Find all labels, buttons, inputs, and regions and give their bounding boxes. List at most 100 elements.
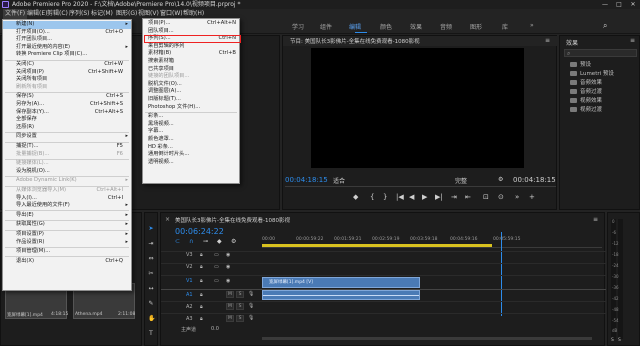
new-submenu-item[interactable]: 颜色遮罩... bbox=[143, 136, 239, 144]
menu-clip[interactable]: 剪辑(C) bbox=[47, 9, 68, 19]
new-submenu-item[interactable]: 素材箱(B) Ctrl+B bbox=[143, 50, 239, 58]
effects-item-video-effects[interactable]: 视频效果 bbox=[570, 97, 602, 106]
video-clip[interactable]: 宽屏绿幕[1].mp4 [V] bbox=[262, 277, 420, 288]
menu-sequence[interactable]: 序列(S) bbox=[69, 9, 90, 19]
workspace-tab-graphics[interactable]: 图形 bbox=[470, 22, 482, 31]
track-target-v3[interactable]: V3 bbox=[186, 252, 193, 258]
effects-item-audio-transitions[interactable]: 音频过渡 bbox=[570, 88, 602, 97]
file-menu-item[interactable]: 全部保存 bbox=[3, 116, 131, 124]
file-menu-item[interactable]: 退出(X) Ctrl+Q bbox=[3, 258, 131, 266]
fit-dropdown[interactable]: 适合 bbox=[333, 176, 345, 185]
file-menu-item[interactable]: 从媒体浏览器导入(M) Ctrl+Alt+I bbox=[3, 187, 131, 195]
file-menu-item[interactable]: 刷新所有项目 bbox=[3, 84, 131, 92]
program-scrubber[interactable] bbox=[285, 186, 556, 187]
file-menu-item[interactable]: 同步设置 ▸ bbox=[3, 133, 131, 141]
wrench-icon[interactable]: ⚙ bbox=[231, 238, 236, 245]
workspace-more-chevron-icon[interactable]: » bbox=[530, 22, 534, 29]
track-target-a1[interactable]: A1 bbox=[186, 292, 193, 298]
button-editor-icon[interactable]: + bbox=[529, 193, 535, 201]
add-marker-icon[interactable]: ◆ bbox=[353, 193, 358, 201]
workspace-tab-editing[interactable]: 编辑 bbox=[349, 22, 361, 31]
solo-left-button[interactable]: S bbox=[611, 338, 614, 343]
new-submenu-item[interactable]: 透明视频... bbox=[143, 159, 239, 167]
mute-toggle[interactable]: M bbox=[226, 303, 234, 310]
menu-marker[interactable]: 标记(M) bbox=[91, 9, 113, 19]
lock-icon[interactable]: 🔒︎ bbox=[200, 264, 203, 270]
file-menu-item[interactable]: 另存为(A)... Ctrl+Shift+S bbox=[3, 101, 131, 109]
file-menu-item[interactable]: 捕捉(T)... F5 bbox=[3, 143, 131, 151]
file-menu-item[interactable]: 新建(N) ▸ bbox=[3, 21, 131, 29]
effects-search-input[interactable]: ⌕ bbox=[564, 49, 637, 57]
audio-clip[interactable] bbox=[262, 290, 420, 300]
razor-tool-icon[interactable]: ✂ bbox=[148, 271, 154, 277]
timeline-zoom-scrollbar[interactable] bbox=[262, 337, 592, 340]
file-menu-item[interactable]: 转换 Premiere Clip 项目(C)... bbox=[3, 51, 131, 59]
new-submenu-item[interactable]: 彩条... bbox=[143, 113, 239, 121]
panel-menu-icon[interactable]: ≡ bbox=[545, 37, 550, 44]
workspace-tab-assembly[interactable]: 组件 bbox=[320, 22, 332, 31]
timeline-timecode[interactable]: 00:06:24:22 bbox=[175, 227, 224, 236]
type-tool-icon[interactable]: T bbox=[148, 331, 154, 337]
go-to-in-icon[interactable]: |◀ bbox=[396, 193, 404, 201]
solo-toggle[interactable]: S bbox=[236, 303, 244, 310]
file-menu-item[interactable]: 链接媒体(L)... bbox=[3, 160, 131, 168]
new-submenu-item[interactable]: 通用倒计时片头... bbox=[143, 151, 239, 159]
eye-icon[interactable]: ◉ bbox=[226, 252, 230, 258]
effects-item-audio-effects[interactable]: 音频效果 bbox=[570, 79, 602, 88]
mute-toggle[interactable]: M bbox=[226, 315, 234, 322]
file-menu-item[interactable]: 打开团队项目... bbox=[3, 36, 131, 44]
file-menu-item[interactable]: 批量捕捉(B)... F6 bbox=[3, 151, 131, 159]
track-target-a2[interactable]: A2 bbox=[186, 304, 193, 310]
slip-tool-icon[interactable]: ↔ bbox=[148, 286, 154, 292]
workspace-tab-libraries[interactable]: 库 bbox=[502, 22, 508, 31]
eye-icon[interactable]: ◉ bbox=[226, 278, 230, 284]
file-menu-item[interactable]: 设为脱机(O)... bbox=[3, 168, 131, 176]
hand-tool-icon[interactable]: ✋ bbox=[148, 316, 155, 322]
sync-lock-icon[interactable]: ▭ bbox=[214, 278, 219, 284]
workspace-tab-learn[interactable]: 学习 bbox=[292, 22, 304, 31]
sync-lock-icon[interactable]: ▭ bbox=[214, 252, 219, 258]
close-tab-icon[interactable]: × bbox=[165, 216, 170, 223]
panel-menu-icon[interactable]: ≡ bbox=[630, 37, 635, 44]
new-submenu-item[interactable]: 搜索素材箱 bbox=[143, 58, 239, 66]
menu-file[interactable]: 文件(F) bbox=[3, 9, 28, 19]
new-submenu-item[interactable]: 链接的团队项目... bbox=[143, 73, 239, 81]
pen-tool-icon[interactable]: ✎ bbox=[148, 301, 154, 307]
snap-magnet-icon[interactable]: ∩ bbox=[189, 238, 193, 245]
more-controls-icon[interactable]: » bbox=[515, 193, 519, 201]
work-area-bar[interactable] bbox=[262, 244, 492, 247]
nest-icon[interactable]: ⊂ bbox=[175, 238, 180, 245]
solo-toggle[interactable]: S bbox=[236, 291, 244, 298]
workspace-tab-color[interactable]: 颜色 bbox=[380, 22, 392, 31]
solo-right-button[interactable]: S bbox=[618, 338, 621, 343]
voiceover-record-icon[interactable]: 🎙︎ bbox=[248, 291, 254, 297]
track-target-v1[interactable]: V1 bbox=[186, 278, 193, 284]
panel-menu-icon[interactable]: ≡ bbox=[593, 216, 598, 223]
add-marker-icon[interactable]: ◆ bbox=[217, 238, 222, 245]
lock-icon[interactable]: 🔒︎ bbox=[200, 292, 203, 298]
lift-icon[interactable]: ⇥ bbox=[451, 193, 457, 201]
timeline-sequence-tab[interactable]: 美国队长3影佛片-全集在线免费观看-1080影视 bbox=[175, 216, 290, 224]
track-target-v2[interactable]: V2 bbox=[186, 264, 193, 270]
comparison-view-icon[interactable]: ⊙ bbox=[498, 193, 504, 201]
voiceover-record-icon[interactable]: 🎙︎ bbox=[248, 315, 254, 321]
minimize-button[interactable]: — bbox=[598, 0, 612, 9]
track-select-tool-icon[interactable]: ⇥ bbox=[148, 241, 154, 247]
lock-icon[interactable]: 🔒︎ bbox=[200, 278, 203, 284]
file-menu-item[interactable]: 保存(S) Ctrl+S bbox=[3, 93, 131, 101]
file-menu-item[interactable]: Adobe Dynamic Link(K) ▸ bbox=[3, 177, 131, 185]
program-current-timecode[interactable]: 00:04:18:15 bbox=[285, 176, 328, 184]
export-frame-icon[interactable]: ⊡ bbox=[483, 193, 489, 201]
sync-lock-icon[interactable]: ▭ bbox=[214, 264, 219, 270]
go-to-out-icon[interactable]: ▶| bbox=[435, 193, 443, 201]
file-menu-item[interactable]: 关闭(C) Ctrl+W bbox=[3, 61, 131, 69]
linked-selection-icon[interactable]: ⊸ bbox=[203, 238, 208, 245]
voiceover-record-icon[interactable]: 🎙︎ bbox=[248, 303, 254, 309]
search-icon[interactable]: ⌕ bbox=[603, 21, 607, 31]
eye-icon[interactable]: ◉ bbox=[226, 264, 230, 270]
new-submenu-item[interactable]: 字幕... bbox=[143, 128, 239, 136]
effects-item-lumetri-presets[interactable]: Lumetri 预设 bbox=[570, 70, 614, 79]
master-volume-value[interactable]: 0.0 bbox=[211, 326, 219, 332]
mark-in-icon[interactable]: { bbox=[370, 193, 374, 201]
mark-out-icon[interactable]: } bbox=[383, 193, 387, 201]
